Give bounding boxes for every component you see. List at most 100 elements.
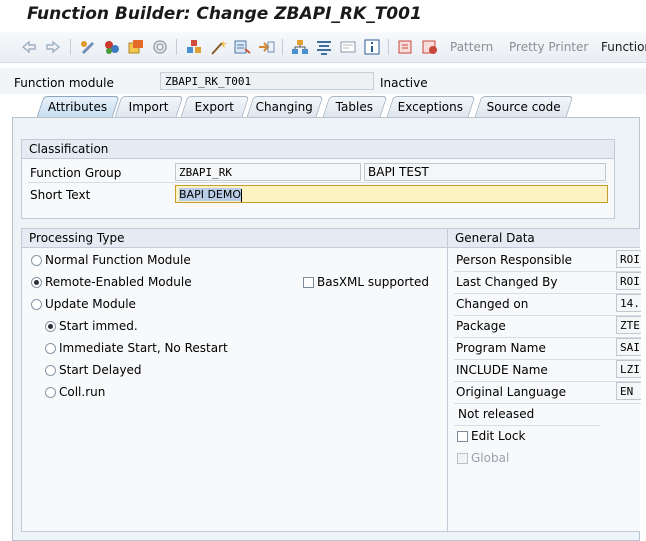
edit-lock-label: Edit Lock bbox=[471, 429, 526, 443]
function-group-description: BAPI TEST bbox=[364, 163, 606, 181]
toolbar-separator bbox=[282, 39, 283, 55]
divider bbox=[28, 182, 608, 183]
changed-on-label: Changed on bbox=[456, 297, 529, 311]
immediate-start-no-restart-radio[interactable] bbox=[45, 343, 56, 354]
tab-changing[interactable]: Changing bbox=[246, 96, 324, 117]
tab-tables[interactable]: Tables bbox=[322, 96, 388, 117]
include-name-label: INCLUDE Name bbox=[456, 363, 548, 377]
global-checkbox bbox=[457, 453, 468, 464]
tab-export[interactable]: Export bbox=[180, 96, 250, 117]
release-status-text: Not released bbox=[458, 407, 535, 421]
tab-strip: Attributes Import Export Changing Tables… bbox=[0, 96, 646, 118]
back-icon[interactable] bbox=[20, 37, 38, 57]
remote-enabled-module-label: Remote-Enabled Module bbox=[45, 275, 192, 289]
hierarchy-icon[interactable] bbox=[290, 37, 310, 57]
tab-exceptions[interactable]: Exceptions bbox=[386, 96, 476, 117]
tab-label: Import bbox=[128, 100, 169, 114]
other-object-icon[interactable] bbox=[102, 37, 122, 57]
package-label: Package bbox=[456, 319, 506, 333]
title-bar: Function Builder: Change ZBAPI_RK_T001 bbox=[0, 0, 646, 30]
tab-attributes[interactable]: Attributes bbox=[36, 96, 120, 118]
tab-label: Source code bbox=[486, 100, 561, 114]
changed-on-field: 14. bbox=[616, 294, 641, 312]
general-data-group: General Data Person Responsible ROI Last… bbox=[447, 228, 641, 532]
classification-group: Classification Function Group ZBAPI_RK B… bbox=[21, 139, 615, 219]
cut-icon[interactable] bbox=[396, 37, 416, 57]
program-name-field: SAI bbox=[616, 338, 641, 356]
pattern-button[interactable]: Pattern bbox=[450, 37, 493, 57]
function-module-header: Function module ZBAPI_RK_T001 Inactive bbox=[0, 68, 646, 94]
update-module-label: Update Module bbox=[45, 297, 136, 311]
remote-enabled-module-radio[interactable] bbox=[31, 277, 42, 288]
divider bbox=[454, 381, 641, 382]
basxml-supported-checkbox[interactable] bbox=[303, 277, 314, 288]
divider bbox=[454, 403, 641, 404]
tab-import[interactable]: Import bbox=[114, 96, 184, 117]
status-text: Inactive bbox=[380, 76, 428, 90]
forward-icon[interactable] bbox=[44, 37, 62, 57]
person-responsible-label: Person Responsible bbox=[456, 253, 573, 267]
person-responsible-field: ROI bbox=[616, 250, 641, 268]
start-immed-label: Start immed. bbox=[59, 319, 138, 333]
start-delayed-radio[interactable] bbox=[45, 365, 56, 376]
block-icon[interactable] bbox=[338, 37, 358, 57]
pretty-printer-button[interactable]: Pretty Printer bbox=[509, 37, 588, 57]
tab-label: Export bbox=[195, 100, 235, 114]
last-changed-by-label: Last Changed By bbox=[456, 275, 558, 289]
short-text-value: BAPI DEMO bbox=[179, 188, 242, 201]
tab-label: Changing bbox=[256, 100, 314, 114]
function-group-label: Function Group bbox=[30, 166, 122, 180]
processing-type-title: Processing Type bbox=[22, 229, 448, 248]
divider bbox=[454, 315, 641, 316]
attributes-panel: Classification Function Group ZBAPI_RK B… bbox=[12, 117, 641, 541]
tab-label: Tables bbox=[336, 100, 374, 114]
coll-run-radio[interactable] bbox=[45, 387, 56, 398]
divider bbox=[454, 359, 641, 360]
original-language-field: EN bbox=[616, 382, 641, 400]
start-delayed-label: Start Delayed bbox=[59, 363, 142, 377]
short-text-input[interactable]: BAPI DEMO bbox=[175, 185, 608, 203]
navigation-icon[interactable] bbox=[256, 37, 276, 57]
update-module-radio[interactable] bbox=[31, 299, 42, 310]
original-language-label: Original Language bbox=[456, 385, 566, 399]
where-used-icon[interactable] bbox=[150, 37, 170, 57]
object-list-icon[interactable] bbox=[184, 37, 204, 57]
function-button[interactable]: Function bbox=[601, 37, 646, 57]
text-caret bbox=[241, 188, 243, 202]
short-text-label: Short Text bbox=[30, 188, 91, 202]
general-data-title: General Data bbox=[448, 229, 640, 248]
classification-title: Classification bbox=[22, 140, 614, 159]
test-icon[interactable] bbox=[232, 37, 252, 57]
application-toolbar: Pattern Pretty Printer Function bbox=[0, 32, 646, 63]
tab-label: Exceptions bbox=[398, 100, 464, 114]
tab-source-code[interactable]: Source code bbox=[474, 96, 574, 117]
edit-lock-checkbox[interactable] bbox=[457, 431, 468, 442]
global-label: Global bbox=[471, 451, 510, 465]
toolbar-separator bbox=[176, 39, 177, 55]
start-immed-radio[interactable] bbox=[45, 321, 56, 332]
processing-type-group: Processing Type Normal Function Module R… bbox=[21, 228, 449, 532]
last-changed-by-field: ROI bbox=[616, 272, 641, 290]
activate-icon[interactable] bbox=[126, 37, 146, 57]
info-icon[interactable] bbox=[362, 37, 382, 57]
function-module-field: ZBAPI_RK_T001 bbox=[160, 72, 374, 90]
package-field: ZTE bbox=[616, 316, 641, 334]
toolbar-separator bbox=[388, 39, 389, 55]
undo-icon[interactable] bbox=[420, 37, 440, 57]
normal-function-module-label: Normal Function Module bbox=[45, 253, 191, 267]
immediate-start-no-restart-label: Immediate Start, No Restart bbox=[59, 341, 228, 355]
divider bbox=[454, 271, 641, 272]
basxml-supported-label: BasXML supported bbox=[317, 275, 429, 289]
window-title: Function Builder: Change ZBAPI_RK_T001 bbox=[27, 4, 422, 24]
function-group-field: ZBAPI_RK bbox=[175, 163, 361, 181]
normal-function-module-radio[interactable] bbox=[31, 255, 42, 266]
tab-label: Attributes bbox=[48, 100, 108, 114]
coll-run-label: Coll.run bbox=[59, 385, 106, 399]
magic-wand-icon[interactable] bbox=[208, 37, 228, 57]
include-name-field: LZI bbox=[616, 360, 641, 378]
enhancement-icon[interactable] bbox=[314, 37, 334, 57]
toolbar-separator bbox=[70, 39, 71, 55]
display-change-icon[interactable] bbox=[78, 37, 98, 57]
divider bbox=[454, 293, 641, 294]
divider bbox=[454, 425, 600, 426]
